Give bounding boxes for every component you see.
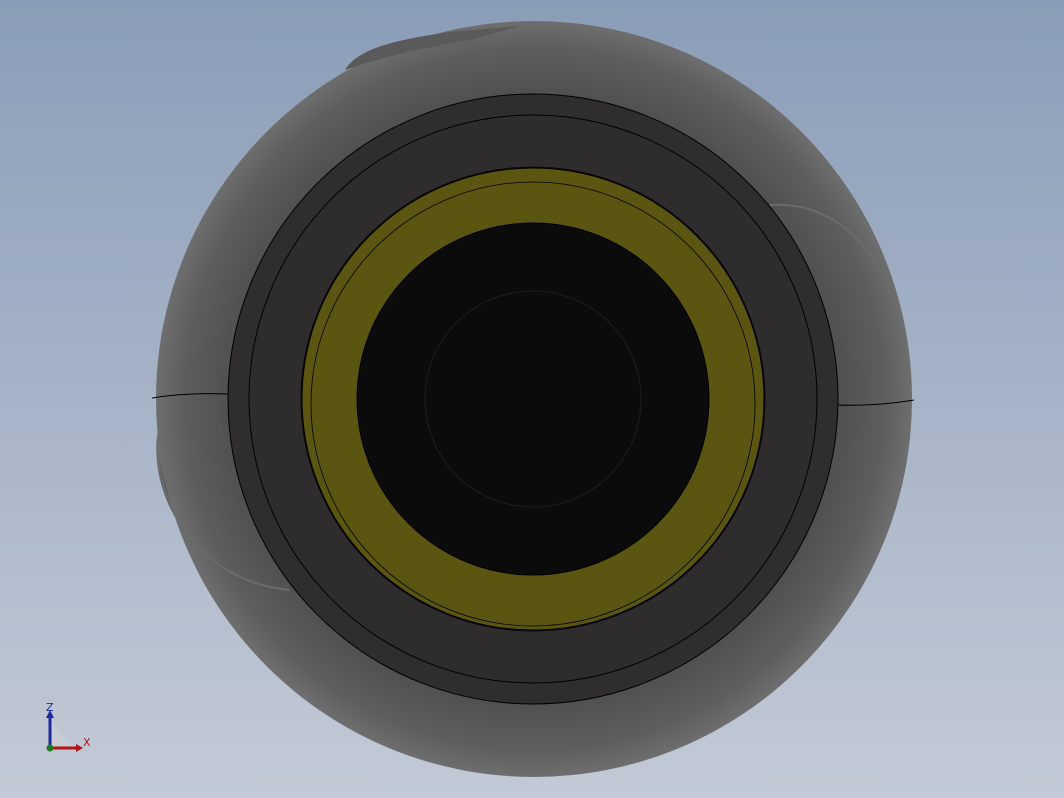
triad-origin	[46, 744, 54, 752]
z-axis-label: Z	[46, 701, 54, 714]
x-axis-label: X	[83, 736, 91, 749]
model-canvas[interactable]: Z X	[0, 0, 1064, 798]
bore-opening	[356, 222, 710, 576]
bore[interactable]	[356, 222, 710, 576]
3d-viewport[interactable]: Z X	[0, 0, 1064, 798]
